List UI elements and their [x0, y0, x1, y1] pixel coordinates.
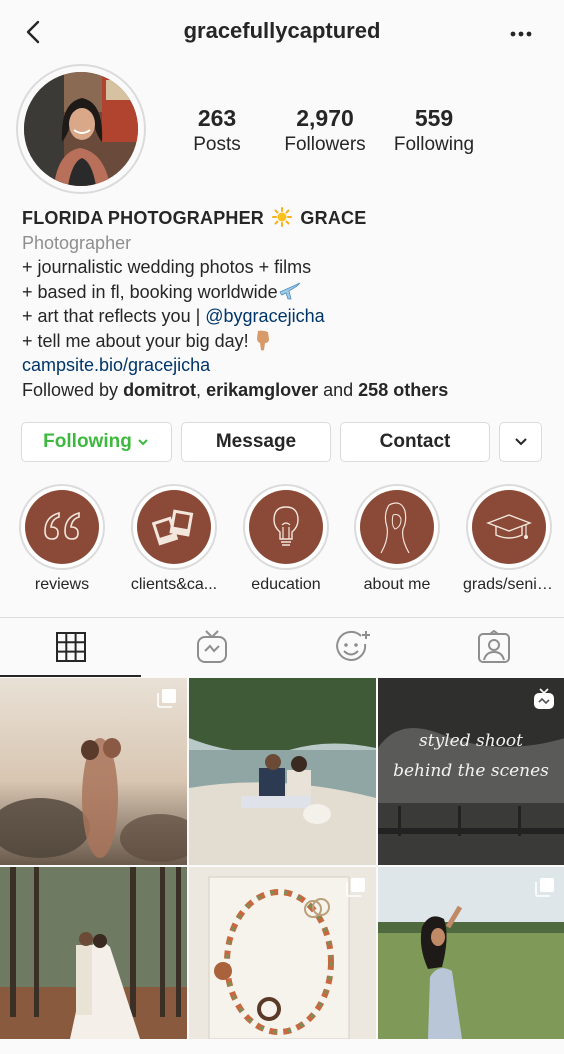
suggested-accounts-button[interactable]	[499, 422, 542, 462]
graduation-cap-icon	[486, 514, 532, 539]
highlight-cover	[137, 490, 211, 564]
more-options-icon[interactable]	[506, 22, 536, 42]
highlight-about-me[interactable]: about me	[351, 484, 443, 594]
igtv-icon	[196, 630, 227, 663]
contact-button[interactable]: Contact	[340, 422, 490, 462]
polaroid-icon	[151, 509, 194, 546]
avatar[interactable]	[24, 72, 138, 186]
followers-stat[interactable]: 2,970 Followers	[265, 104, 385, 158]
display-name-part2: GRACE	[300, 208, 367, 228]
highlight-label: education	[251, 576, 321, 593]
contact-button-label: Contact	[379, 431, 451, 452]
bio-line-3: + art that reflects you |	[22, 306, 206, 326]
highlight-cover	[249, 490, 323, 564]
highlight-ring	[354, 484, 440, 570]
highlight-ring	[131, 484, 217, 570]
highlight-label: grads/seniors	[463, 576, 555, 593]
bio-website-link[interactable]: campsite.bio/gracejicha	[22, 355, 210, 375]
chevron-down-icon	[514, 438, 527, 446]
highlight-ring	[466, 484, 552, 570]
highlight-reviews[interactable]: reviews	[16, 484, 108, 594]
grid-icon	[55, 632, 86, 662]
followed-by-and: and	[318, 379, 359, 400]
bio-line-2: + based in fl, booking worldwide	[22, 281, 278, 302]
display-name-part1: FLORIDA PHOTOGRAPHER	[22, 208, 265, 228]
tab-grid[interactable]	[0, 618, 141, 676]
highlight-label: about me	[363, 576, 431, 593]
bio-line-3-row: + art that reflects you | @bygracejicha	[22, 304, 552, 329]
portrait-sketch-icon	[380, 502, 410, 554]
post-thumbnail-couple-dog[interactable]	[189, 678, 376, 865]
following-button-label: Following	[43, 431, 132, 452]
multiple-photos-icon	[535, 878, 554, 897]
display-name: FLORIDA PHOTOGRAPHER GRACE	[22, 206, 552, 231]
highlight-education[interactable]: education	[240, 484, 332, 594]
post-thumbnail-invitation[interactable]	[189, 867, 376, 1054]
bio-line-4: + tell me about your big day!	[22, 330, 249, 351]
sun-emoji-icon	[272, 207, 293, 227]
highlight-ring	[243, 484, 329, 570]
highlight-ring	[19, 484, 105, 570]
highlight-cover	[25, 490, 99, 564]
followers-count: 2,970	[296, 105, 354, 131]
followed-by[interactable]: Followed by domitrot, erikamglover and 2…	[22, 378, 552, 403]
followed-by-user-2: erikamglover	[206, 379, 319, 400]
highlight-clients[interactable]: clients&ca...	[128, 484, 220, 594]
profile-bio: FLORIDA PHOTOGRAPHER GRACE Photographer …	[22, 206, 552, 402]
posts-count-stat: 263 Posts	[157, 104, 277, 158]
post-thumbnail-field-portrait[interactable]	[378, 867, 564, 1054]
post-thumbnail-forest-couple[interactable]	[0, 867, 187, 1054]
reels-face-icon	[335, 630, 370, 661]
lightbulb-icon	[273, 506, 299, 546]
highlight-cover	[472, 490, 546, 564]
profile-username: gracefullycaptured	[183, 18, 381, 43]
bio-line-4-row: + tell me about your big day!	[22, 329, 552, 354]
following-label: Following	[393, 134, 475, 155]
tagged-icon	[477, 630, 510, 663]
multiple-photos-icon	[346, 878, 365, 897]
bio-line-2-row: + based in fl, booking worldwide	[22, 280, 552, 305]
followers-label: Followers	[284, 134, 366, 155]
profile-category: Photographer	[22, 232, 132, 253]
following-button[interactable]: Following	[21, 422, 172, 462]
following-stat[interactable]: 559 Following	[374, 104, 494, 158]
highlight-cover	[360, 490, 434, 564]
chevron-down-icon	[138, 439, 148, 446]
posts-label: Posts	[193, 134, 241, 155]
post-thumbnail-styled-shoot[interactable]: styled shoot behind the scenes	[378, 678, 564, 865]
post-overlay-text-1: styled shoot	[419, 731, 523, 751]
highlight-label: reviews	[34, 576, 90, 593]
post-overlay-text-2: behind the scenes	[393, 761, 549, 781]
bio-line-1: + journalistic wedding photos + films	[22, 257, 312, 277]
following-count: 559	[414, 105, 454, 131]
followed-by-prefix: Followed by	[22, 379, 124, 400]
tab-effects[interactable]	[282, 618, 423, 676]
post-thumbnail-couple-beach[interactable]	[0, 678, 187, 865]
active-tab-indicator	[0, 675, 141, 677]
tab-tagged[interactable]	[423, 618, 564, 676]
posts-count: 263	[197, 105, 237, 131]
followed-by-separator: ,	[196, 379, 207, 400]
followed-by-others: 258 others	[358, 379, 449, 400]
message-button-label: Message	[215, 431, 297, 452]
followed-by-user-1: domitrot	[123, 379, 197, 400]
highlight-label: clients&ca...	[130, 576, 218, 593]
message-button[interactable]: Message	[181, 422, 331, 462]
igtv-badge-icon	[534, 688, 554, 709]
quote-icon	[44, 511, 80, 540]
tab-igtv[interactable]	[141, 618, 282, 676]
highlight-grads-seniors[interactable]: grads/seniors	[463, 484, 555, 594]
pointing-down-emoji-icon	[256, 330, 269, 350]
airplane-emoji-icon	[279, 282, 300, 299]
bio-handle-link[interactable]: @bygracejicha	[205, 306, 324, 326]
multiple-photos-icon	[157, 689, 176, 708]
